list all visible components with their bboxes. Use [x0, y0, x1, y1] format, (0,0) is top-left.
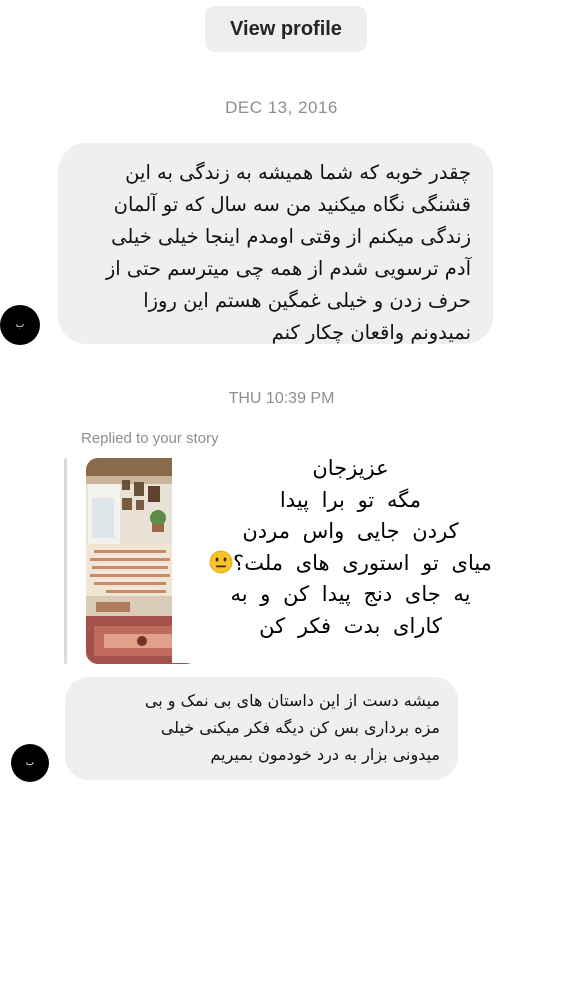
view-profile-button[interactable]: View profile	[205, 6, 367, 52]
avatar-glyph: ب	[25, 758, 35, 768]
message-bubble[interactable]: چقدر خوبه که شما همیشه به زندگی به این ق…	[58, 143, 493, 344]
avatar-glyph: ب	[15, 320, 25, 330]
message-timestamp: THU 10:39 PM	[228, 390, 335, 407]
story-text-line: عزیزجان	[312, 456, 389, 480]
reply-quote-bar	[64, 458, 67, 664]
story-text-line: کردن جایی واس مردن	[242, 519, 459, 543]
message-line: مزه برداری بس کن دیگه فکر میکنی خیلی	[160, 718, 440, 737]
neutral-face-emoji-icon	[209, 550, 233, 573]
message-line: آدم ترسویی شدم از همه چی میترسم حتی از	[105, 257, 471, 280]
message-bubble[interactable]: میشه دست از این داستان های بی نمک و بی م…	[65, 677, 458, 780]
avatar[interactable]: ب	[0, 305, 40, 345]
avatar[interactable]: ب	[11, 744, 49, 782]
message-line: زندگی میکنم از وقتی اومدم اینجا خیلی خیل…	[111, 225, 471, 248]
message-line: نمیدونم واقعان چکار کنم	[271, 321, 471, 344]
message-line: چقدر خوبه که شما همیشه به زندگی به این	[125, 161, 471, 184]
story-text-line-content: میای تو استوری های ملت؟	[233, 550, 492, 575]
story-text-line: کارای بدت فکر کن	[259, 613, 442, 638]
story-reply-text[interactable]: عزیزجان مگه تو برا پیدا کردن جایی واس مر…	[178, 453, 523, 642]
story-text-line: مگه تو برا پیدا	[279, 487, 422, 512]
message-line: میدونی بزار به درد خودمون بمیریم	[210, 745, 440, 764]
story-text-line: میای تو استوری های ملت؟	[178, 548, 523, 580]
message-line: حرف زدن و خیلی غمگین هستم این روزا	[143, 289, 471, 312]
replied-to-story-label: Replied to your story	[81, 430, 219, 446]
story-text-line: یه جای دنج پیدا کن و به	[230, 582, 471, 606]
message-line: قشنگی نگاه میکنید من سه سال که تو آلمان	[113, 193, 471, 216]
message-line: میشه دست از این داستان های بی نمک و بی	[144, 691, 440, 710]
message-timestamp: DEC 13, 2016	[225, 98, 338, 117]
